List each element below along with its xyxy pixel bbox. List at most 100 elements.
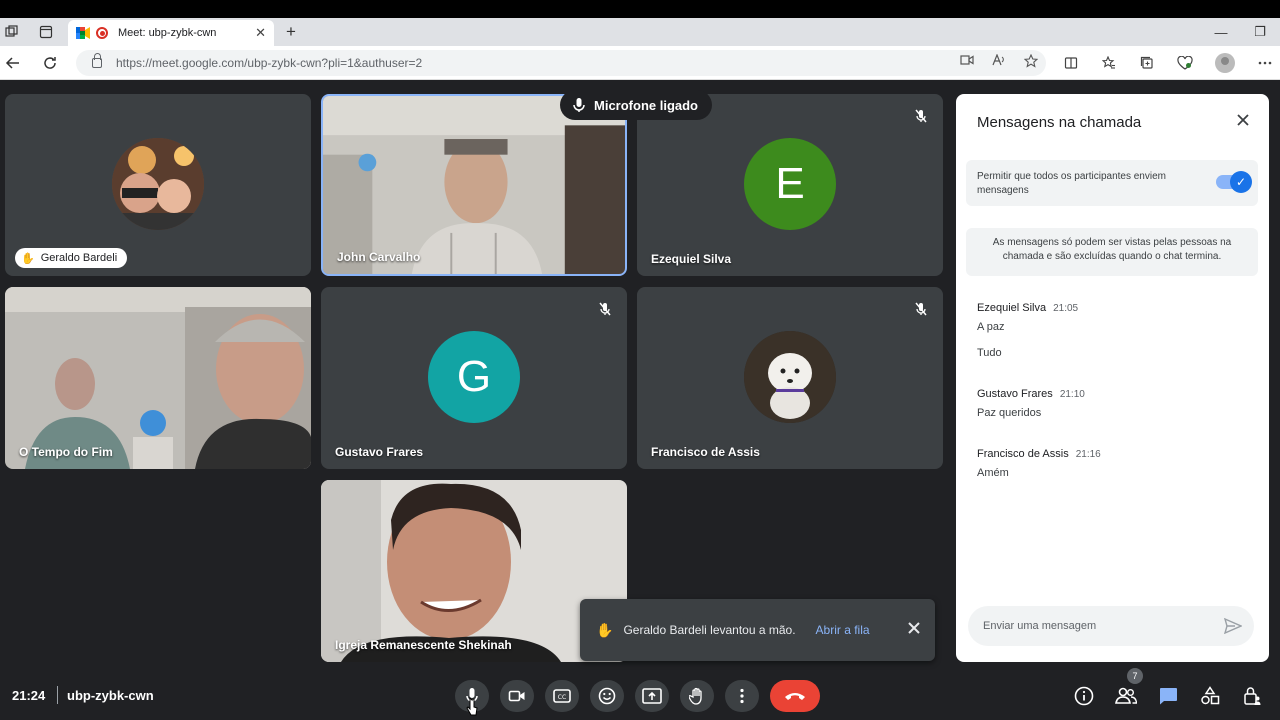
participant-tile-tempo[interactable]: O Tempo do Fim xyxy=(5,287,311,469)
message-time: 21:16 xyxy=(1075,449,1101,460)
message-time: 21:10 xyxy=(1059,389,1085,400)
allow-messages-toggle[interactable]: ✓ xyxy=(1216,171,1252,193)
favorites-icon[interactable] xyxy=(1100,54,1118,72)
chat-icon xyxy=(1160,688,1177,705)
mic-muted-icon xyxy=(915,109,927,123)
participant-name: Igreja Remanescente Shekinah xyxy=(335,638,512,652)
info-icon xyxy=(1074,686,1094,706)
tab-close-icon[interactable]: ✕ xyxy=(255,25,266,41)
browser-tab[interactable]: Meet: ubp-zybk-cwn ✕ xyxy=(68,20,274,46)
close-icon[interactable] xyxy=(1235,112,1251,128)
meet-logo-icon xyxy=(76,27,90,39)
camera-blocked-icon[interactable] xyxy=(960,54,974,71)
participant-avatar: E xyxy=(744,138,836,230)
leave-call-button[interactable] xyxy=(770,680,820,712)
participants-count-badge: 7 xyxy=(1127,668,1143,684)
video-camera-icon xyxy=(508,690,525,702)
participant-tile-gustavo[interactable]: G Gustavo Frares xyxy=(321,287,627,469)
message-text: A paz xyxy=(977,321,1005,333)
mouse-cursor xyxy=(466,697,478,716)
divider xyxy=(57,686,58,704)
mic-banner-text: Microfone ligado xyxy=(594,97,698,113)
lock-person-icon xyxy=(1244,687,1261,705)
emoji-reactions-button[interactable] xyxy=(590,680,624,712)
participant-tile-ezequiel[interactable]: E Ezequiel Silva xyxy=(637,94,943,276)
minimize-button[interactable]: — xyxy=(1213,24,1229,40)
profile-avatar[interactable] xyxy=(1215,53,1235,73)
workspaces-icon[interactable] xyxy=(4,24,20,40)
chat-message-input[interactable]: Enviar uma mensagem xyxy=(968,606,1254,646)
message-sender: Francisco de Assis xyxy=(977,448,1069,460)
reload-icon[interactable] xyxy=(41,54,59,72)
people-icon xyxy=(1115,687,1137,704)
mic-muted-icon xyxy=(599,302,611,316)
participant-tile-john[interactable]: John Carvalho xyxy=(321,94,627,276)
chat-button[interactable] xyxy=(1156,684,1180,708)
captions-icon: CC xyxy=(553,689,571,703)
more-vertical-icon xyxy=(740,688,744,704)
participant-name: John Carvalho xyxy=(337,250,421,264)
participants-button[interactable] xyxy=(1114,684,1138,708)
recording-icon xyxy=(96,27,108,39)
chat-title: Mensagens na chamada xyxy=(977,114,1142,131)
captions-button[interactable]: CC xyxy=(545,680,579,712)
tab-actions-icon[interactable] xyxy=(38,24,54,40)
svg-text:CC: CC xyxy=(558,694,566,701)
chat-input-placeholder: Enviar uma mensagem xyxy=(983,620,1097,632)
favorite-star-icon[interactable] xyxy=(1023,53,1039,71)
meeting-clock: 21:24 xyxy=(12,688,46,703)
new-tab-button[interactable]: + xyxy=(283,22,299,41)
camera-button[interactable] xyxy=(500,680,534,712)
check-icon: ✓ xyxy=(1230,171,1252,193)
participant-tile-francisco[interactable]: Francisco de Assis xyxy=(637,287,943,469)
more-menu-icon[interactable] xyxy=(1256,54,1274,72)
participant-video xyxy=(323,96,625,274)
browser-essentials-icon[interactable] xyxy=(1176,54,1194,72)
raised-hand-icon: ✋ xyxy=(596,621,614,638)
open-queue-link[interactable]: Abrir a fila xyxy=(816,623,870,637)
close-icon[interactable] xyxy=(907,621,921,635)
participant-video xyxy=(5,287,311,469)
chat-message-header: Gustavo Frares 21:10 xyxy=(977,388,1085,400)
chat-info-notice: As mensagens só podem ser vistas pelas p… xyxy=(966,228,1258,276)
chat-message-header: Ezequiel Silva 21:05 xyxy=(977,302,1078,314)
activities-button[interactable] xyxy=(1198,684,1222,708)
meeting-details-button[interactable] xyxy=(1072,684,1096,708)
raise-hand-button[interactable] xyxy=(680,680,714,712)
url-field[interactable]: https://meet.google.com/ubp-zybk-cwn?pli… xyxy=(76,50,1046,76)
read-aloud-icon[interactable] xyxy=(992,53,1006,71)
address-bar: https://meet.google.com/ubp-zybk-cwn?pli… xyxy=(0,46,1280,80)
participant-name: Geraldo Bardeli xyxy=(40,252,118,264)
present-icon xyxy=(642,688,662,704)
message-text: Amém xyxy=(977,467,1009,479)
raised-hand-toast: ✋ Geraldo Bardeli levantou a mão. Abrir … xyxy=(580,599,935,661)
activities-shapes-icon xyxy=(1201,686,1220,705)
participant-photo xyxy=(112,138,204,230)
more-options-button[interactable] xyxy=(725,680,759,712)
message-text: Tudo xyxy=(977,347,1002,359)
present-screen-button[interactable] xyxy=(635,680,669,712)
back-icon[interactable] xyxy=(4,54,22,72)
collections-icon[interactable] xyxy=(1138,54,1156,72)
participant-avatar: G xyxy=(428,331,520,423)
mic-status-banner: Microfone ligado xyxy=(560,90,712,120)
toast-text: Geraldo Bardeli levantou a mão. xyxy=(623,623,796,637)
hang-up-icon xyxy=(785,693,805,700)
name-pill: ✋ Geraldo Bardeli xyxy=(15,248,128,268)
participant-name: O Tempo do Fim xyxy=(19,445,113,459)
permission-label: Permitir que todos os participantes envi… xyxy=(977,171,1166,196)
maximize-button[interactable]: ❐ xyxy=(1252,24,1268,40)
message-time: 21:05 xyxy=(1053,303,1079,314)
meeting-code: ubp-zybk-cwn xyxy=(67,688,154,703)
mic-muted-icon xyxy=(915,302,927,316)
letterbox xyxy=(0,0,1280,18)
tab-title: Meet: ubp-zybk-cwn xyxy=(118,27,217,39)
participant-tile-geraldo[interactable]: ✋ Geraldo Bardeli xyxy=(5,94,311,276)
permission-setting: Permitir que todos os participantes envi… xyxy=(966,160,1258,206)
emoji-icon xyxy=(598,687,616,705)
host-controls-button[interactable] xyxy=(1240,684,1264,708)
send-icon[interactable] xyxy=(1224,618,1242,634)
split-screen-icon[interactable] xyxy=(1062,54,1080,72)
meet-stage: ✋ Geraldo Bardeli John Carvalho E Ezequi… xyxy=(0,80,1280,720)
participant-photo xyxy=(744,331,836,423)
